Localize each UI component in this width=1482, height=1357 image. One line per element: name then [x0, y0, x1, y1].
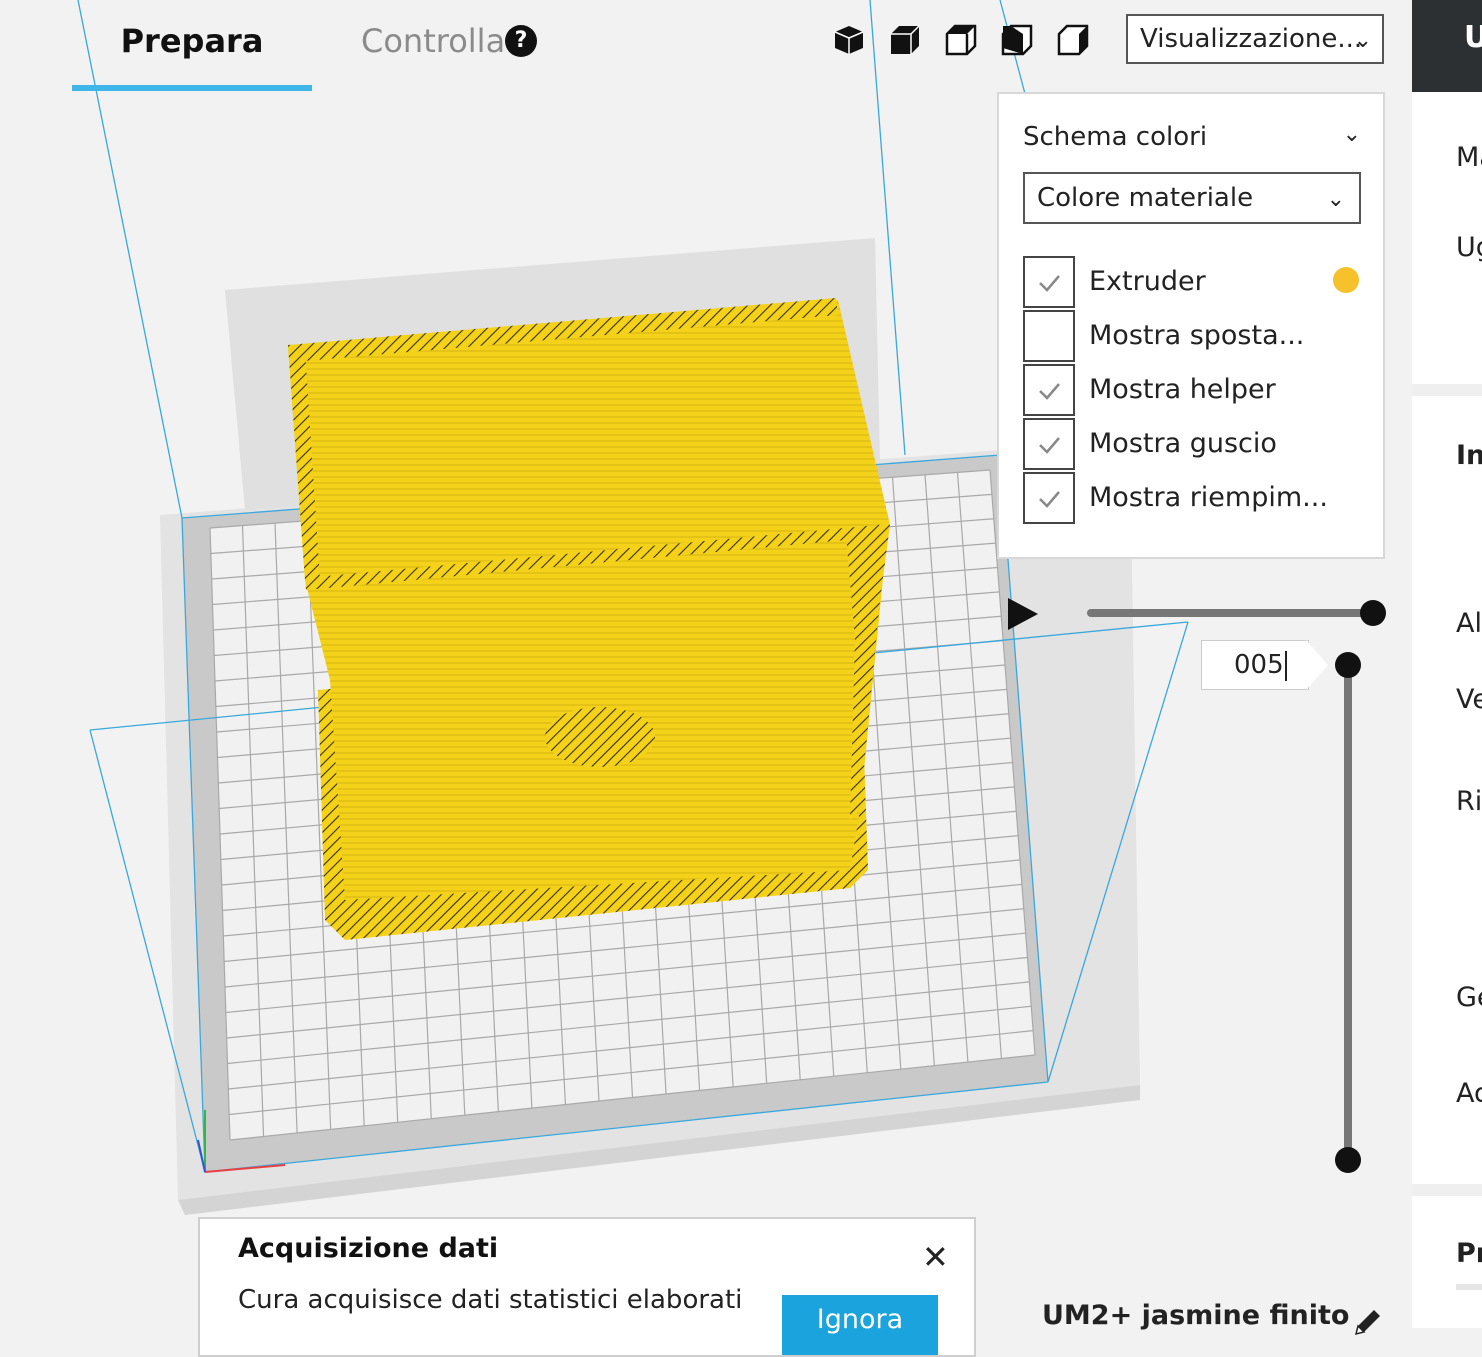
tab-monitor[interactable]: Controlla [361, 18, 505, 64]
checkbox-show-travels[interactable] [1023, 310, 1075, 362]
layer-path-slider-handle[interactable] [1360, 600, 1386, 626]
sliced-model [288, 298, 890, 940]
tab-prepare[interactable]: Prepara [72, 18, 312, 64]
sidebar-rule [1456, 1284, 1482, 1290]
ignore-button[interactable]: Ignora [782, 1295, 938, 1355]
view-top-icon[interactable] [943, 22, 979, 58]
sidebar-item[interactable]: Ve [1456, 684, 1482, 715]
data-collection-popup: Acquisizione dati ✕ Cura acquisisce dati… [198, 1217, 976, 1357]
view-3d-icon[interactable] [831, 22, 867, 58]
chevron-down-icon: ⌄ [1326, 187, 1345, 212]
pencil-icon[interactable] [1350, 1306, 1384, 1340]
layer-slider-track[interactable] [1344, 664, 1352, 1160]
color-scheme-label: Schema colori [1023, 122, 1208, 152]
option-show-infill[interactable]: Mostra riempim... [1023, 472, 1363, 524]
sidebar-header: U [1412, 0, 1482, 92]
layer-path-slider-track[interactable] [1087, 609, 1375, 617]
help-icon[interactable]: ? [505, 25, 537, 57]
view-type-value: Visualizzazione... [1140, 24, 1363, 54]
layer-number-input[interactable]: 005 [1201, 640, 1309, 690]
chevron-down-icon: ⌄ [1353, 28, 1372, 53]
option-label: Extruder [1089, 266, 1206, 297]
sidebar-divider [1412, 1184, 1482, 1196]
option-label: Mostra sposta... [1089, 320, 1305, 351]
layer-view-panel: Schema colori ⌄ Colore materiale ⌄ Extru… [997, 92, 1385, 559]
popup-title: Acquisizione dati [238, 1233, 499, 1264]
checkbox-show-infill[interactable] [1023, 472, 1075, 524]
view-type-select[interactable]: Visualizzazione... ⌄ [1126, 14, 1384, 64]
option-extruder[interactable]: Extruder [1023, 256, 1363, 308]
view-left-icon[interactable] [999, 22, 1035, 58]
sidebar-section-title: Pr [1456, 1238, 1482, 1269]
layer-input-pointer [1306, 640, 1328, 690]
profile-name: UM2+ jasmine finito [1042, 1300, 1350, 1331]
active-tab-indicator [72, 85, 312, 91]
sidebar-item[interactable]: Ge [1456, 982, 1482, 1013]
option-show-helpers[interactable]: Mostra helper [1023, 364, 1363, 416]
layer-slider-top-handle[interactable] [1335, 652, 1361, 678]
checkbox-show-helpers[interactable] [1023, 364, 1075, 416]
sidebar-item[interactable]: Ad [1456, 1078, 1482, 1109]
chevron-down-icon[interactable]: ⌄ [1343, 122, 1361, 147]
color-scheme-select[interactable]: Colore materiale ⌄ [1023, 172, 1361, 224]
sidebar-section-title: In [1456, 440, 1482, 471]
option-label: Mostra guscio [1089, 428, 1277, 459]
sidebar-item[interactable]: Rie [1456, 786, 1482, 817]
view-front-icon[interactable] [887, 22, 923, 58]
color-scheme-value: Colore materiale [1037, 183, 1254, 213]
sidebar-item[interactable]: Ma [1456, 142, 1482, 173]
layer-slider-bottom-handle[interactable] [1335, 1147, 1361, 1173]
view-right-icon[interactable] [1055, 22, 1091, 58]
sidebar-item[interactable]: Alt [1456, 608, 1482, 639]
settings-sidebar: U Ma Ug In Alt Ve Rie Ge Ad Pr [1412, 0, 1482, 1328]
option-label: Mostra helper [1089, 374, 1276, 405]
checkbox-show-shell[interactable] [1023, 418, 1075, 470]
layer-number-value: 005 [1234, 650, 1284, 680]
checkbox-extruder[interactable] [1023, 256, 1075, 308]
play-icon[interactable] [1006, 596, 1040, 632]
extruder-color-swatch [1333, 267, 1359, 293]
sidebar-divider [1412, 384, 1482, 396]
option-show-travels[interactable]: Mostra sposta... [1023, 310, 1363, 362]
popup-message: Cura acquisisce dati statistici elaborat… [238, 1285, 743, 1315]
close-icon[interactable]: ✕ [922, 1237, 949, 1277]
option-show-shell[interactable]: Mostra guscio [1023, 418, 1363, 470]
sidebar-header-title: U [1464, 20, 1482, 55]
option-label: Mostra riempim... [1089, 482, 1328, 513]
sidebar-item[interactable]: Ug [1456, 232, 1482, 263]
